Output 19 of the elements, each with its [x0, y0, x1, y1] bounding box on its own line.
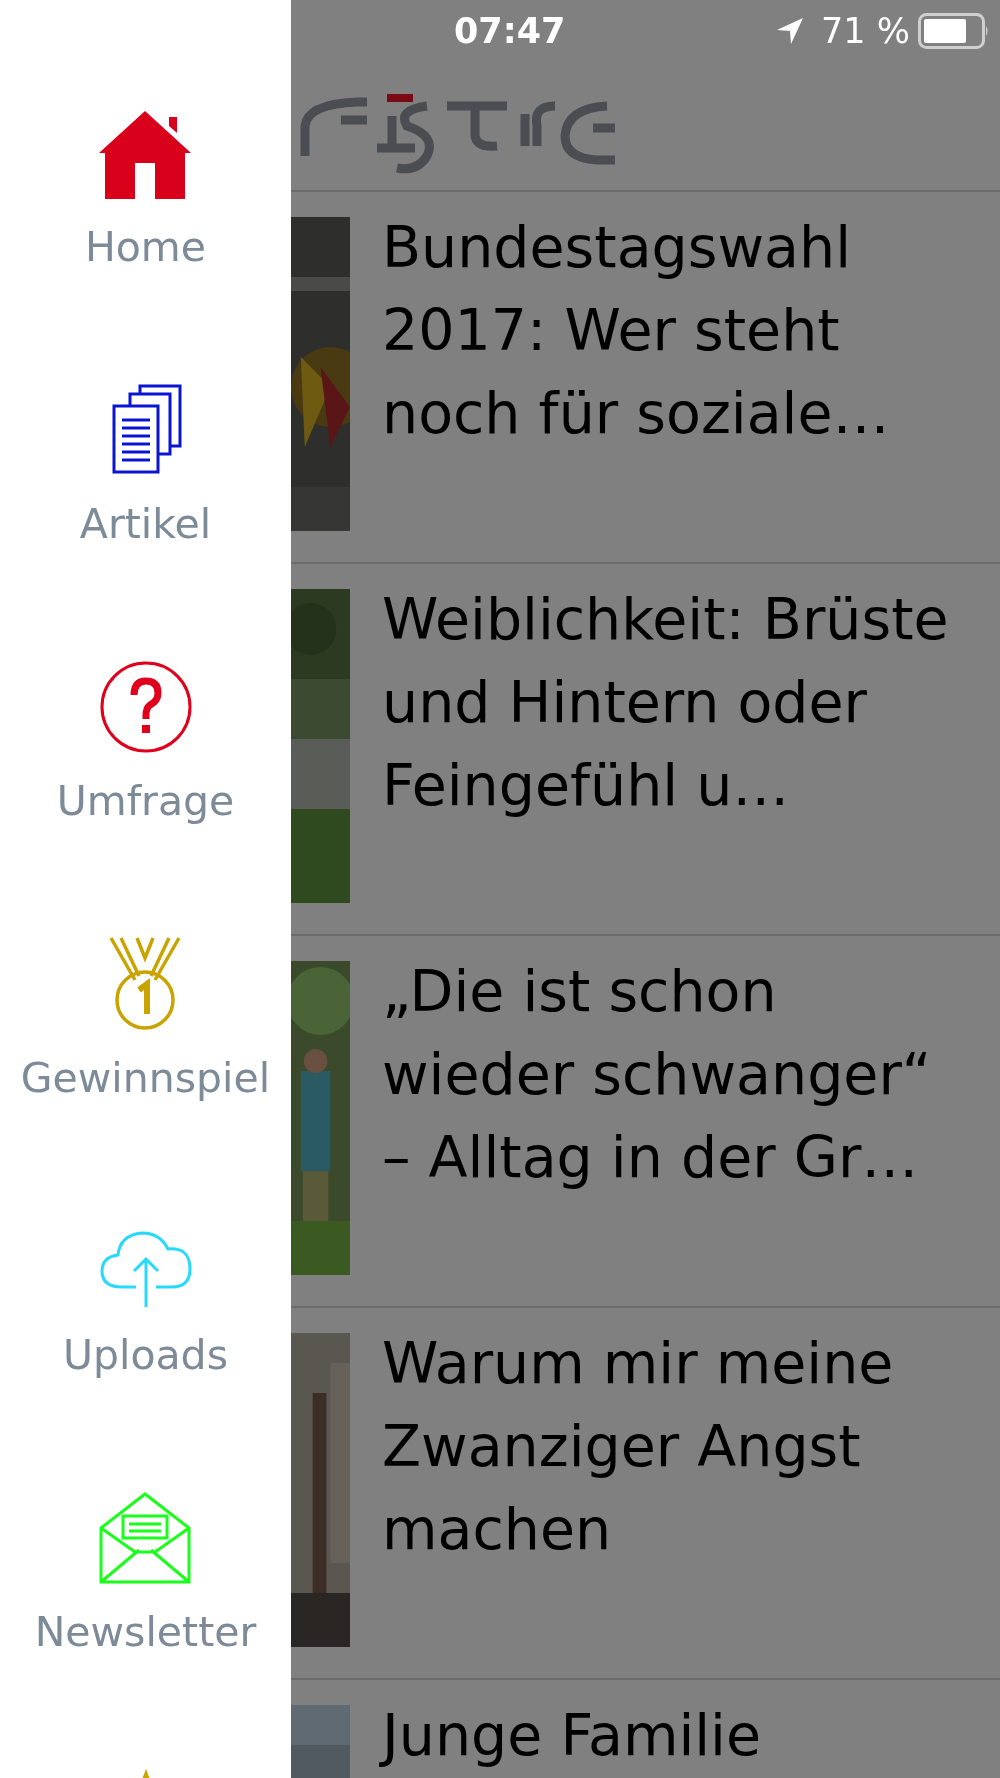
battery-percent: 71 %: [821, 11, 910, 51]
article-title: Warum mir meine Zwanziger Angst machen: [382, 1329, 895, 1564]
article-title: Bundestagswahl 2017: Wer steht noch für soziale…: [382, 213, 891, 448]
article-row[interactable]: Junge Familie: [291, 1680, 1000, 1778]
article-row[interactable]: Weiblichkeit: Brüste und Hintern oder Feingefühl u…: [291, 564, 1000, 936]
menu-item-label[interactable]: Home: [84, 221, 207, 273]
menu-item-label[interactable]: Artikel: [79, 498, 212, 550]
menu-item-label[interactable]: Newsletter: [34, 1606, 257, 1658]
article-row[interactable]: „Die ist schon wieder schwanger“ – Alltag in der Gr…: [291, 936, 1000, 1308]
battery-icon: [918, 13, 990, 49]
menu-item-label[interactable]: Umfrage: [56, 775, 235, 827]
status-time: 07:47: [454, 11, 566, 51]
article-row[interactable]: Warum mir meine Zwanziger Angst machen: [291, 1308, 1000, 1680]
menu-item-label[interactable]: Uploads: [63, 1329, 228, 1381]
article-title: Weiblichkeit: Brüste und Hintern oder Feingefühl u…: [382, 585, 950, 820]
location-arrow-icon: [775, 16, 806, 46]
article-title: „Die ist schon wieder schwanger“ – Alltag in der Gr…: [382, 957, 933, 1192]
menu-item-label[interactable]: Gewinnspiel: [20, 1052, 271, 1104]
article-row[interactable]: Bundestagswahl 2017: Wer steht noch für soziale…: [291, 192, 1000, 564]
